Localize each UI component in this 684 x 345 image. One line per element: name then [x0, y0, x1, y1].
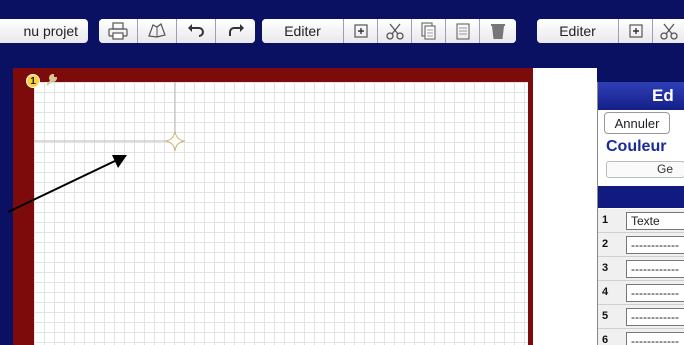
printer-icon	[108, 22, 128, 40]
paste-button[interactable]	[446, 19, 480, 43]
redo-icon	[228, 24, 244, 36]
row-number: 1	[602, 214, 609, 226]
open-button[interactable]	[138, 19, 177, 43]
wrench-icon[interactable]	[44, 73, 58, 87]
list-item: 2 ------------	[598, 233, 684, 257]
row-number: 3	[602, 262, 609, 274]
scissors-icon	[660, 23, 678, 40]
panel-title: Ed	[598, 82, 684, 110]
cut-button[interactable]	[378, 19, 412, 43]
delete-button[interactable]	[480, 19, 516, 43]
row-field[interactable]: ------------	[626, 332, 684, 345]
add-icon	[628, 24, 643, 38]
scissors-icon	[385, 23, 404, 40]
menu-button[interactable]: nu projet	[0, 19, 88, 43]
list-header	[598, 186, 684, 208]
redo-button[interactable]	[216, 19, 255, 43]
trash-icon	[491, 24, 505, 39]
cancel-button[interactable]: Annuler	[604, 112, 670, 134]
row-field[interactable]: ------------	[626, 308, 684, 326]
cut-button-secondary[interactable]	[653, 19, 684, 43]
open-book-icon	[148, 23, 166, 38]
ge-button[interactable]: Ge	[606, 161, 684, 178]
row-field[interactable]: ------------	[626, 236, 684, 254]
edit-button-secondary[interactable]: Editer	[537, 19, 619, 43]
row-number: 2	[602, 238, 609, 250]
layer-badge[interactable]: 1	[26, 74, 40, 88]
row-number: 4	[602, 286, 609, 298]
edit-button[interactable]: Editer	[262, 19, 344, 43]
edit-actions-group-2: Editer	[537, 19, 684, 43]
list-item: 3 ------------	[598, 257, 684, 281]
row-field[interactable]: ------------	[626, 260, 684, 278]
add-button-secondary[interactable]	[619, 19, 653, 43]
list-item: 6 ------------	[598, 329, 684, 345]
print-button[interactable]	[99, 19, 138, 43]
field-list: 1 Texte 2 ------------ 3 ------------ 4 …	[598, 209, 684, 345]
edit-actions-group-1: Editer	[262, 19, 516, 43]
row-number: 6	[602, 334, 609, 345]
color-label: Couleur	[606, 138, 667, 155]
list-item: 4 ------------	[598, 281, 684, 305]
undo-icon	[188, 24, 204, 37]
list-item: 5 ------------	[598, 305, 684, 329]
copy-icon	[420, 22, 436, 40]
paste-icon	[455, 23, 470, 40]
row-number: 5	[602, 310, 609, 322]
menu-button-group: nu projet	[0, 19, 88, 43]
row-field[interactable]: ------------	[626, 284, 684, 302]
workspace-margin	[533, 68, 597, 345]
list-item: 1 Texte	[598, 209, 684, 233]
undo-button[interactable]	[177, 19, 216, 43]
copy-button[interactable]	[412, 19, 446, 43]
drawing-canvas[interactable]	[34, 82, 528, 345]
add-icon	[353, 24, 368, 38]
add-button[interactable]	[344, 19, 378, 43]
row-field[interactable]: Texte	[626, 212, 684, 230]
toolbar: nu projet Editer Editer	[0, 0, 684, 68]
file-actions-group	[99, 19, 255, 43]
edit-panel: Ed Annuler Couleur Ge 1 Texte 2 --------…	[597, 82, 684, 345]
